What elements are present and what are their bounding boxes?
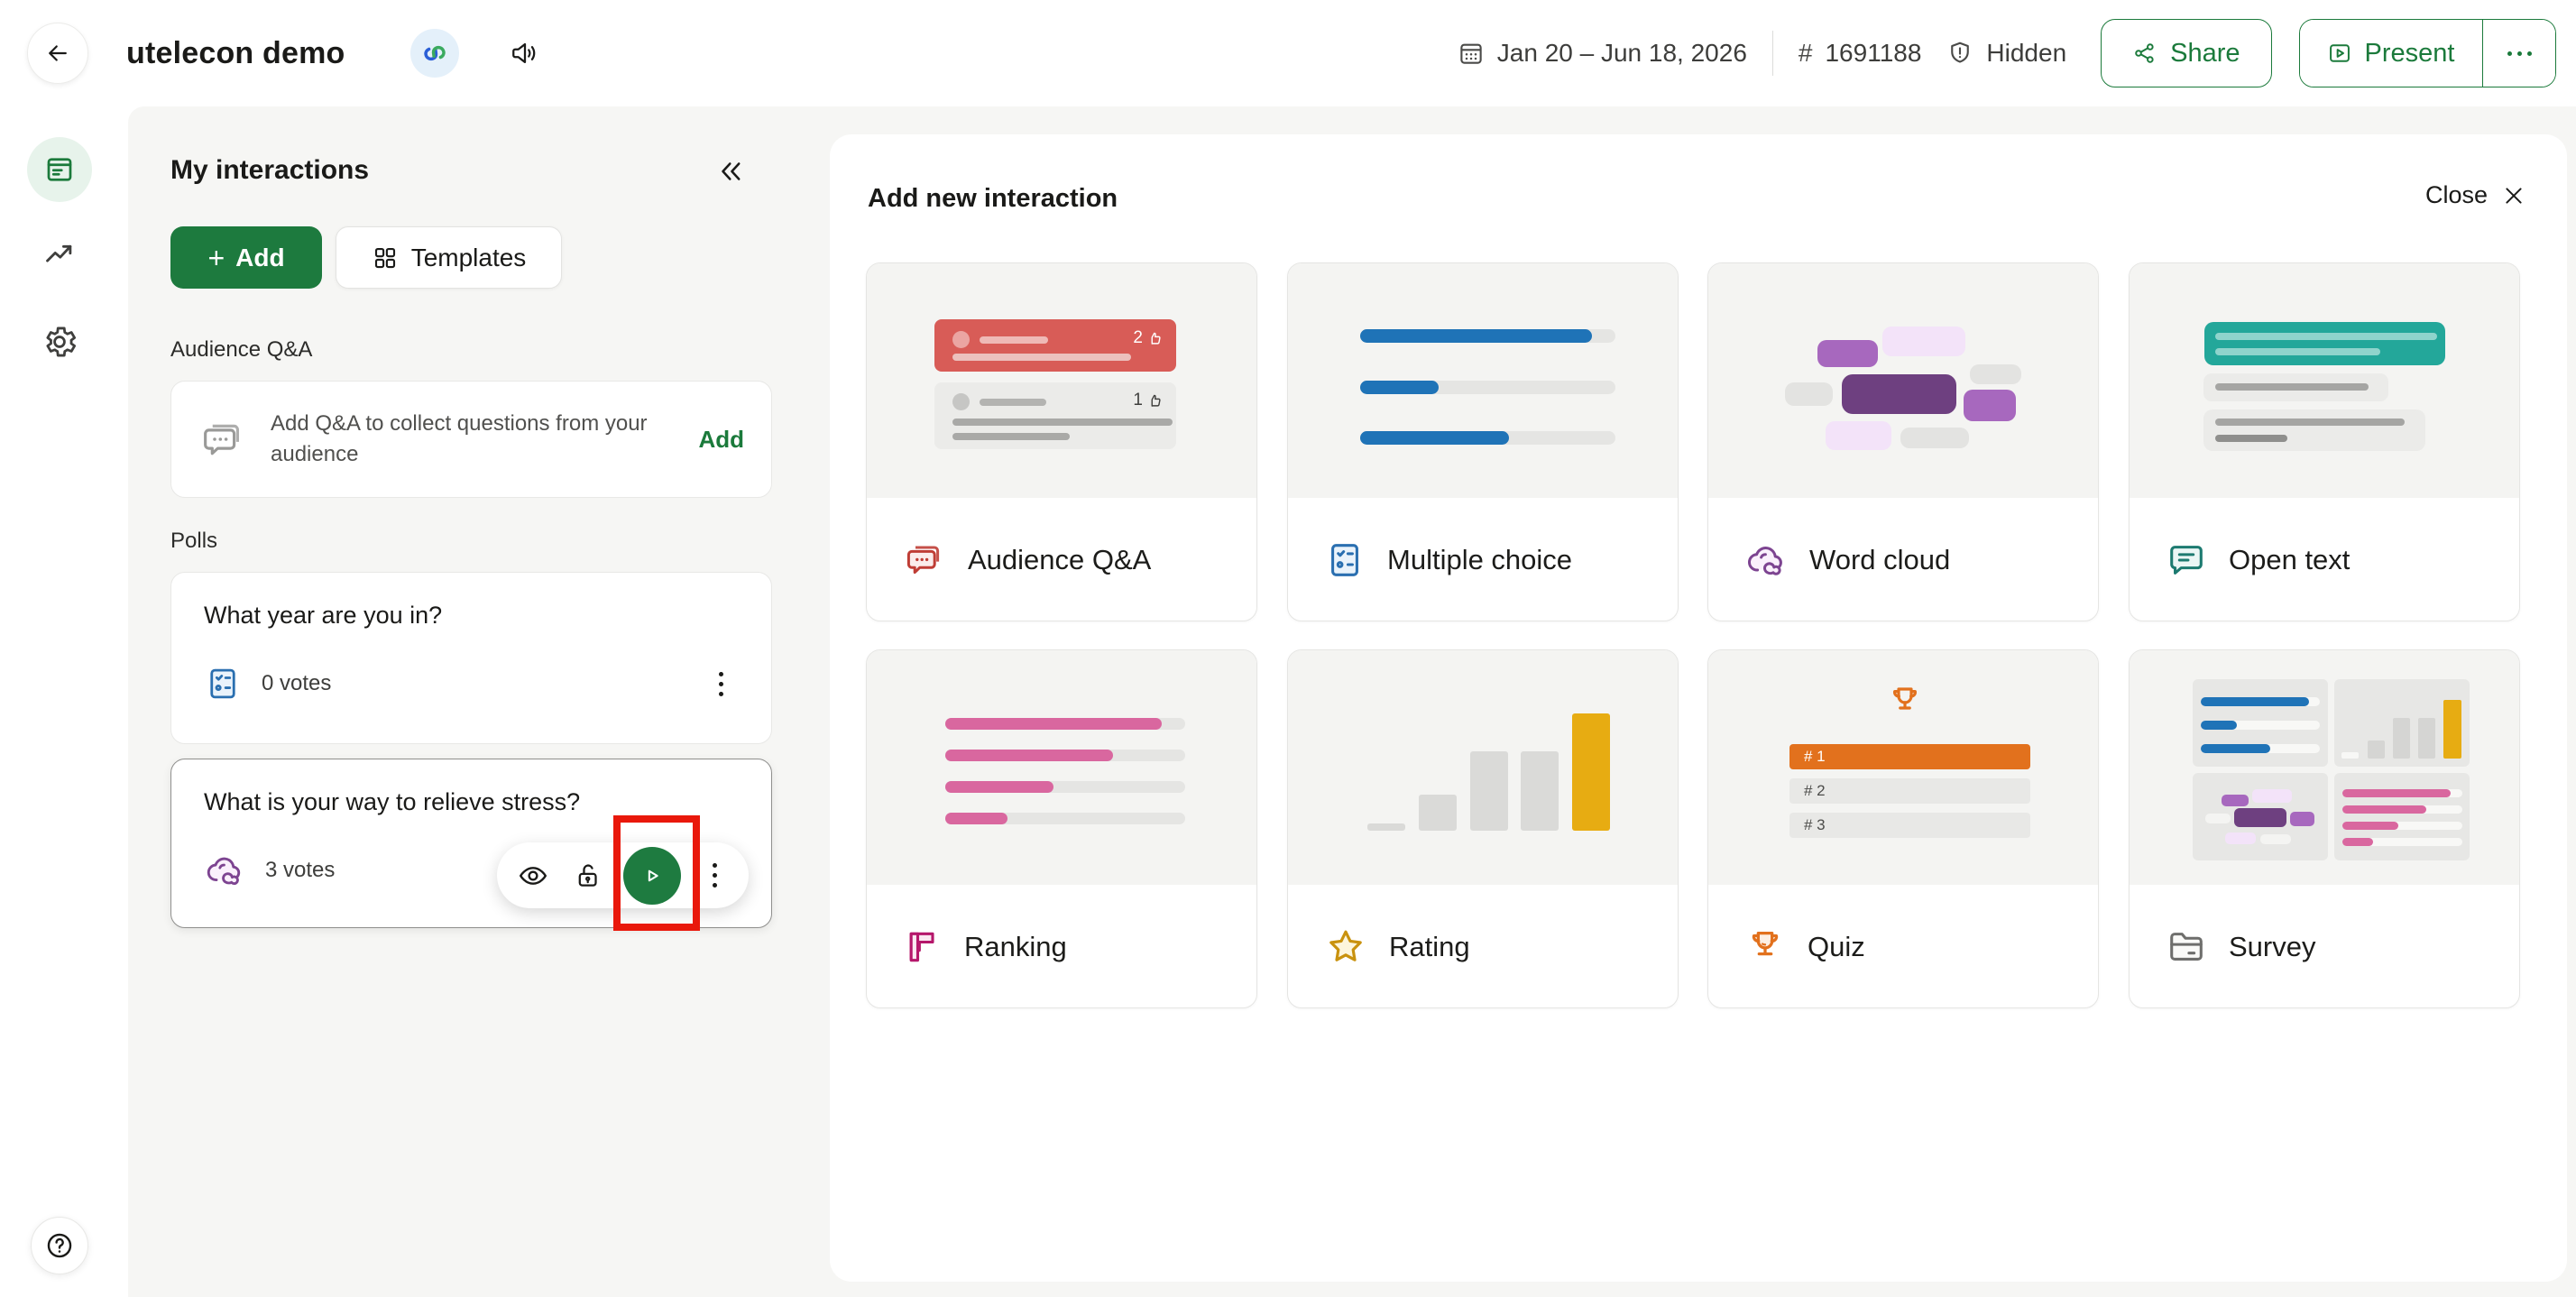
eye-icon — [517, 860, 549, 892]
megaphone-icon[interactable] — [510, 38, 540, 69]
date-range: Jan 20 – Jun 18, 2026 — [1458, 39, 1747, 68]
preview-button[interactable] — [513, 856, 553, 896]
survey-folder-icon — [2166, 926, 2207, 968]
share-button[interactable]: Share — [2101, 19, 2271, 87]
multiple-choice-icon — [1324, 539, 1366, 581]
thumbs-up-icon — [1148, 331, 1164, 346]
quiz-thumbnail: # 1 # 2 # 3 — [1708, 650, 2098, 885]
interactions-icon — [43, 153, 76, 186]
poll-card-what-year[interactable]: What year are you in? 0 votes — [170, 572, 772, 744]
interaction-card-audience-qa[interactable]: 2 1 — [866, 262, 1257, 621]
audience-qa-thumbnail: 2 1 — [867, 263, 1256, 498]
close-panel-button[interactable]: Close — [2425, 181, 2525, 209]
card-label: Quiz — [1808, 931, 1865, 963]
present-button[interactable]: Present — [2300, 20, 2482, 87]
card-label: Word cloud — [1809, 544, 1950, 576]
word-cloud-icon — [1744, 538, 1788, 582]
thumbs-up-icon — [1148, 393, 1164, 409]
word-cloud-icon — [204, 850, 245, 891]
templates-grid-icon — [372, 244, 399, 271]
sidebar-item-settings[interactable] — [41, 323, 78, 361]
shield-alert-icon — [1946, 40, 1973, 67]
open-text-icon — [2166, 539, 2207, 581]
ranking-icon — [903, 927, 943, 967]
open-text-thumbnail — [2130, 263, 2519, 498]
qa-section-label: Audience Q&A — [170, 337, 312, 363]
workspace-panel: My interactions + Add Templates Audience… — [128, 106, 2576, 1297]
gear-icon — [41, 323, 78, 361]
card-label: Ranking — [964, 931, 1067, 963]
card-label: Open text — [2229, 544, 2350, 576]
interaction-card-quiz[interactable]: # 1 # 2 # 3 Quiz — [1707, 649, 2099, 1008]
multiple-choice-thumbnail — [1288, 263, 1678, 498]
topbar-right-group: Jan 20 – Jun 18, 2026 # 1691188 Hidden S… — [1458, 19, 2556, 87]
templates-button[interactable]: Templates — [336, 226, 562, 289]
audience-qa-icon — [903, 538, 946, 582]
visibility-status: Hidden — [1946, 39, 2066, 68]
poll-votes: 0 votes — [262, 671, 331, 696]
interaction-card-multiple-choice[interactable]: Multiple choice — [1287, 262, 1679, 621]
present-play-icon — [2327, 41, 2352, 66]
divider — [1772, 31, 1773, 76]
rating-thumbnail — [1288, 650, 1678, 885]
double-chevron-left-icon — [715, 156, 746, 187]
interaction-card-survey[interactable]: Survey — [2129, 649, 2520, 1008]
card-label: Audience Q&A — [968, 544, 1151, 576]
poll-hover-toolbar — [497, 842, 749, 908]
back-button[interactable] — [27, 23, 88, 84]
page-title: utelecon demo — [126, 36, 345, 71]
present-button-group: Present — [2299, 19, 2556, 87]
poll-votes: 3 votes — [265, 858, 335, 883]
quiz-trophy-icon — [1744, 926, 1786, 968]
interaction-card-ranking[interactable]: Ranking — [866, 649, 1257, 1008]
interaction-card-word-cloud[interactable]: Word cloud — [1707, 262, 2099, 621]
chat-bubbles-icon — [198, 415, 247, 464]
panel-heading: Add new interaction — [868, 184, 1118, 214]
rating-star-icon — [1324, 925, 1367, 969]
app-root: utelecon demo Jan 20 – Jun 18, 2026 # — [0, 0, 2576, 1297]
poll-card-relieve-stress[interactable]: What is your way to relieve stress? 3 vo… — [170, 759, 772, 928]
play-icon — [639, 862, 666, 889]
poll-title: What year are you in? — [204, 602, 739, 630]
back-arrow-icon — [44, 40, 71, 67]
calendar-icon — [1458, 40, 1485, 67]
add-interaction-panel: Add new interaction Close 2 — [830, 134, 2567, 1282]
multiple-choice-icon — [204, 665, 242, 703]
plus-icon: + — [207, 244, 225, 272]
card-label: Multiple choice — [1387, 544, 1572, 576]
survey-thumbnail — [2130, 650, 2519, 885]
trending-up-icon — [42, 237, 77, 271]
poll-play-button[interactable] — [623, 847, 681, 905]
session-code: # 1691188 — [1799, 39, 1922, 68]
poll-title: What is your way to relieve stress? — [204, 788, 739, 816]
poll-toolbar-menu-button[interactable] — [696, 854, 732, 897]
share-nodes-icon — [2132, 41, 2157, 66]
qa-add-link[interactable]: Add — [698, 426, 744, 454]
poll-menu-button[interactable] — [703, 662, 739, 705]
trophy-icon — [1886, 683, 1924, 721]
add-interaction-button[interactable]: + Add — [170, 226, 322, 289]
interaction-card-rating[interactable]: Rating — [1287, 649, 1679, 1008]
polls-section-label: Polls — [170, 529, 217, 554]
unlock-icon — [573, 860, 603, 891]
qa-prompt-text: Add Q&A to collect questions from your a… — [271, 409, 649, 470]
more-options-button[interactable] — [2483, 20, 2555, 87]
lock-button[interactable] — [568, 856, 608, 896]
ranking-thumbnail — [867, 650, 1256, 885]
card-label: Rating — [1389, 931, 1470, 963]
interaction-card-open-text[interactable]: Open text — [2129, 262, 2520, 621]
sidebar-item-interactions[interactable] — [27, 137, 92, 202]
webex-logo-icon — [410, 29, 459, 78]
card-label: Survey — [2229, 931, 2315, 963]
word-cloud-thumbnail — [1708, 263, 2098, 498]
help-icon — [44, 1230, 75, 1261]
collapse-panel-button[interactable] — [713, 153, 749, 189]
interactions-heading: My interactions — [170, 155, 369, 186]
close-icon — [2502, 184, 2525, 207]
sidebar-item-results[interactable] — [42, 237, 77, 271]
hash-icon: # — [1799, 39, 1813, 68]
qa-prompt-card: Add Q&A to collect questions from your a… — [170, 381, 772, 498]
top-bar: utelecon demo Jan 20 – Jun 18, 2026 # — [0, 0, 2576, 106]
help-button[interactable] — [31, 1217, 88, 1274]
